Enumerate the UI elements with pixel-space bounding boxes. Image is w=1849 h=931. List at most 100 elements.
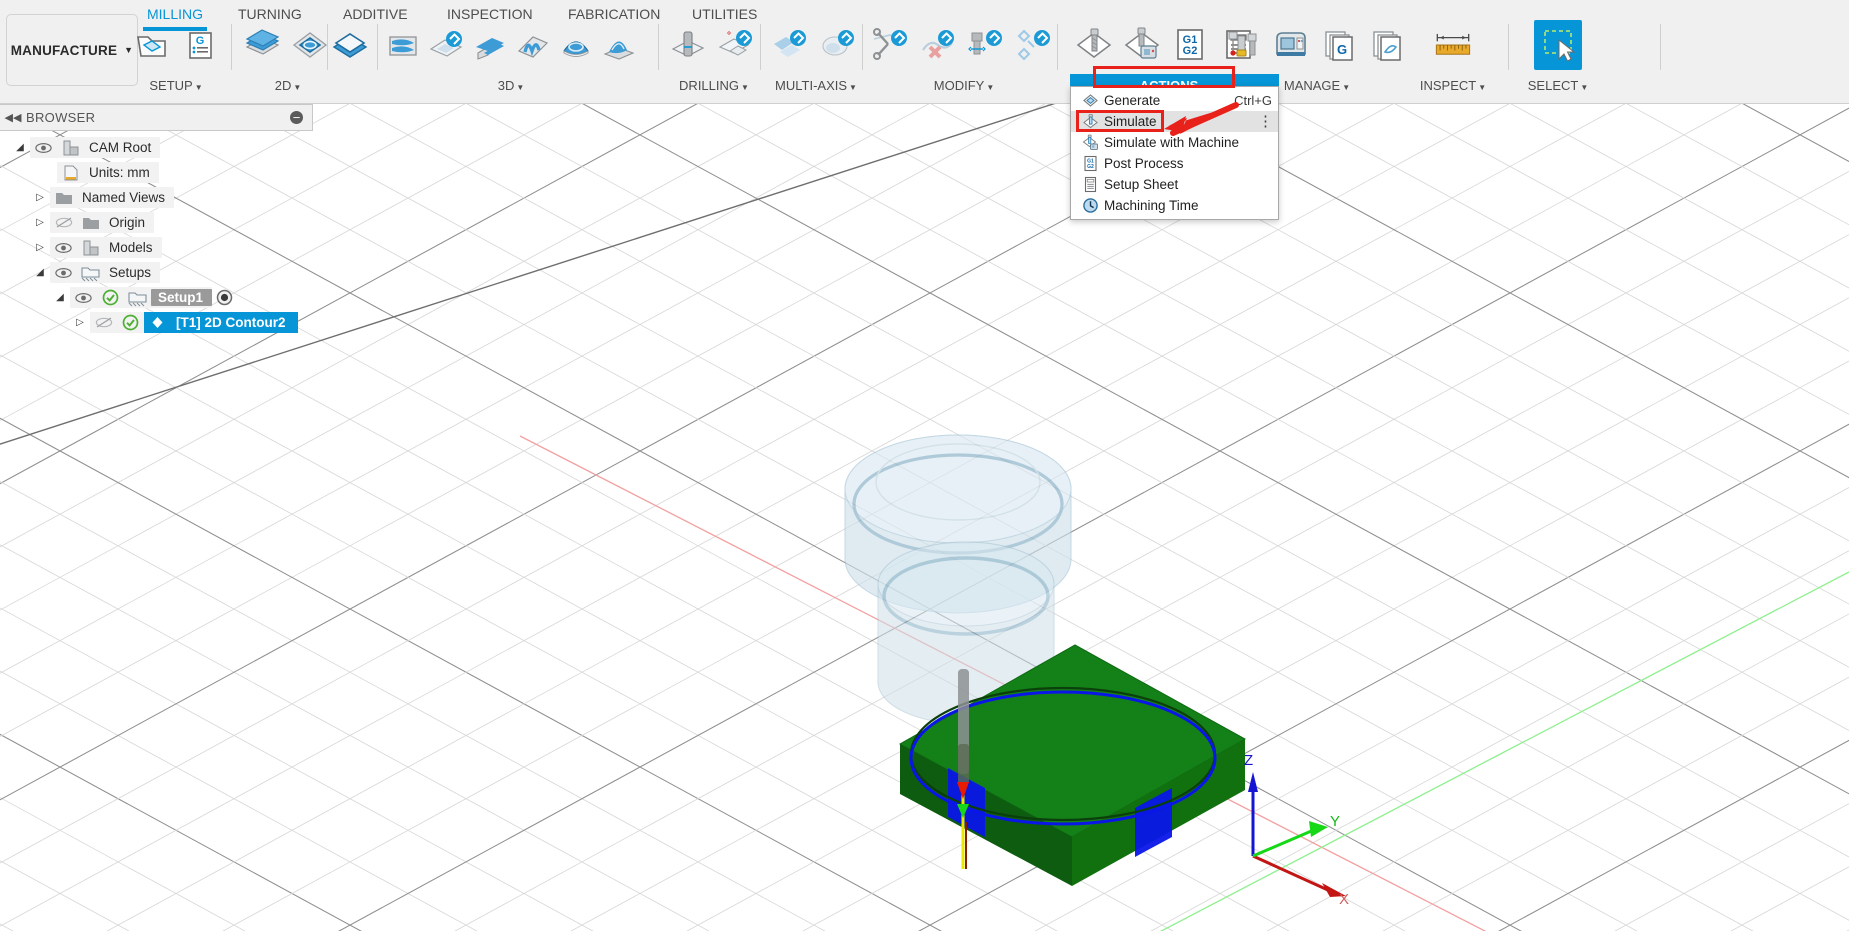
ribbon-toolbar: MANUFACTURE ▼ MILLING TURNING ADDITIVE I… bbox=[0, 0, 1849, 104]
panel-label-3d[interactable]: 3D▼ bbox=[382, 78, 640, 93]
panel-label-modify[interactable]: MODIFY▼ bbox=[866, 78, 1062, 93]
additive-button[interactable] bbox=[330, 20, 370, 70]
twisty-collapsed-icon[interactable]: ▷ bbox=[30, 242, 50, 253]
menu-item-machining-time[interactable]: Machining Time bbox=[1071, 195, 1278, 216]
panel-label-select[interactable]: SELECT▼ bbox=[1512, 78, 1604, 93]
collapse-left-icon[interactable]: ◀◀ bbox=[0, 111, 26, 124]
simulate-with-machine-button[interactable] bbox=[1118, 20, 1166, 70]
actions-dropdown-menu: Generate Ctrl+G Simulate ⋮ bbox=[1070, 86, 1279, 220]
post-library-button[interactable]: G bbox=[1315, 20, 1363, 70]
tool-library-button[interactable] bbox=[1219, 20, 1267, 70]
chevron-down-icon: ▼ bbox=[195, 83, 203, 92]
multiaxis-contour-button[interactable] bbox=[814, 20, 862, 70]
axis-label-y: Y bbox=[1330, 813, 1340, 830]
align-button[interactable] bbox=[1010, 20, 1058, 70]
contour-icon bbox=[599, 25, 639, 65]
visibility-eye-icon[interactable] bbox=[50, 262, 77, 283]
chevron-down-icon: ▼ bbox=[1342, 83, 1350, 92]
panel-label-drilling[interactable]: DRILLING▼ bbox=[664, 78, 764, 93]
tree-item-named-views[interactable]: ▷ Named Views bbox=[0, 185, 313, 210]
minus-circle-icon[interactable]: − bbox=[290, 111, 303, 124]
panel-label-multi-axis[interactable]: MULTI-AXIS▼ bbox=[766, 78, 866, 93]
contour-button[interactable] bbox=[597, 20, 640, 70]
visibility-hidden-icon[interactable] bbox=[50, 212, 77, 233]
twisty-expanded-icon[interactable]: ◢ bbox=[30, 267, 50, 278]
svg-text:G2: G2 bbox=[1087, 164, 1094, 170]
machine-library-button[interactable] bbox=[1267, 20, 1315, 70]
pocket-clearing-button[interactable] bbox=[425, 20, 468, 70]
visibility-eye-icon[interactable] bbox=[70, 287, 97, 308]
chevron-down-icon: ▼ bbox=[1478, 83, 1486, 92]
toolpath-icon bbox=[144, 312, 171, 333]
delete-toolpath-button[interactable] bbox=[914, 20, 962, 70]
visibility-hidden-icon[interactable] bbox=[90, 312, 117, 333]
tree-label: Named Views bbox=[77, 190, 174, 205]
parallel-button[interactable] bbox=[511, 20, 554, 70]
face-button[interactable] bbox=[238, 20, 286, 70]
tree-item-models[interactable]: ▷ Models bbox=[0, 235, 313, 260]
visibility-eye-icon[interactable] bbox=[50, 237, 77, 258]
panel-label-inspect[interactable]: INSPECT▼ bbox=[1404, 78, 1502, 93]
tree-item-setup1[interactable]: ◢ Setup1 bbox=[0, 285, 313, 310]
template-library-icon bbox=[1366, 24, 1408, 66]
tool-change-button[interactable] bbox=[962, 20, 1010, 70]
twisty-collapsed-icon[interactable]: ▷ bbox=[30, 217, 50, 228]
simulate-machine-icon bbox=[1080, 134, 1100, 152]
chevron-down-icon: ▼ bbox=[293, 83, 301, 92]
activate-setup-radio[interactable] bbox=[212, 289, 237, 306]
menu-label: Simulate with Machine bbox=[1104, 135, 1272, 150]
twisty-collapsed-icon[interactable]: ▷ bbox=[70, 317, 90, 328]
menu-item-post-process[interactable]: G1 G2 Post Process bbox=[1071, 153, 1278, 174]
swarf-button[interactable] bbox=[766, 20, 814, 70]
horizontal-button[interactable] bbox=[468, 20, 511, 70]
twisty-expanded-icon[interactable]: ◢ bbox=[50, 292, 70, 303]
panel-divider bbox=[1057, 24, 1058, 70]
select-button[interactable] bbox=[1534, 20, 1582, 70]
browser-title: BROWSER bbox=[26, 110, 95, 125]
menu-item-generate[interactable]: Generate Ctrl+G bbox=[1071, 90, 1278, 111]
setup-sheet-button[interactable]: G bbox=[176, 20, 224, 70]
tree-label: Setups bbox=[104, 265, 160, 280]
visibility-eye-icon[interactable] bbox=[30, 137, 57, 158]
tree-item-origin[interactable]: ▷ Origin bbox=[0, 210, 313, 235]
panel-divider bbox=[327, 24, 328, 70]
parallel-icon bbox=[513, 25, 553, 65]
new-setup-button[interactable] bbox=[128, 20, 176, 70]
trim-toolpath-button[interactable] bbox=[866, 20, 914, 70]
tree-item-setups[interactable]: ◢ Setups bbox=[0, 260, 313, 285]
workspace-label: MANUFACTURE bbox=[11, 43, 117, 58]
adaptive-clearing-button[interactable] bbox=[382, 20, 425, 70]
drill-icon bbox=[668, 25, 708, 65]
svg-text:G2: G2 bbox=[1183, 45, 1198, 57]
twisty-collapsed-icon[interactable]: ▷ bbox=[30, 192, 50, 203]
panel-label-setup[interactable]: SETUP▼ bbox=[128, 78, 224, 93]
panel-manage: G MANAGE▼ bbox=[1219, 20, 1415, 94]
post-process-button[interactable]: G1 G2 bbox=[1166, 20, 1214, 70]
measure-button[interactable] bbox=[1429, 20, 1477, 70]
panel-label-2d[interactable]: 2D▼ bbox=[238, 78, 338, 93]
post-process-g1g2-icon: G1 G2 bbox=[1169, 24, 1211, 66]
setup-icon bbox=[124, 287, 151, 308]
setup-sheet-g-icon: G bbox=[182, 27, 218, 63]
bore-button[interactable] bbox=[712, 20, 760, 70]
panel-select: SELECT▼ bbox=[1512, 20, 1604, 94]
menu-item-simulate-with-machine[interactable]: Simulate with Machine bbox=[1071, 132, 1278, 153]
simulate-button[interactable] bbox=[1070, 20, 1118, 70]
scallop-button[interactable] bbox=[554, 20, 597, 70]
browser-tree: ◢ CAM Root Units: bbox=[0, 131, 313, 335]
menu-item-setup-sheet[interactable]: Setup Sheet bbox=[1071, 174, 1278, 195]
tree-item-2d-contour2[interactable]: ▷ [T1] 2D Contour2 bbox=[0, 310, 313, 335]
tree-item-cam-root[interactable]: ◢ CAM Root bbox=[0, 135, 313, 160]
drill-button[interactable] bbox=[664, 20, 712, 70]
workspace-selector[interactable]: MANUFACTURE ▼ bbox=[6, 14, 138, 86]
twisty-expanded-icon[interactable]: ◢ bbox=[10, 142, 30, 153]
tree-item-units[interactable]: Units: mm bbox=[0, 160, 313, 185]
menu-item-simulate[interactable]: Simulate ⋮ bbox=[1071, 111, 1278, 132]
new-setup-icon bbox=[134, 27, 170, 63]
folder-icon bbox=[50, 187, 77, 208]
chevron-down-icon: ▼ bbox=[986, 83, 994, 92]
chevron-down-icon: ▼ bbox=[1580, 83, 1588, 92]
align-icon bbox=[1014, 25, 1054, 65]
menu-overflow-dots-icon[interactable]: ⋮ bbox=[1258, 120, 1272, 123]
select-window-icon bbox=[1537, 24, 1579, 66]
